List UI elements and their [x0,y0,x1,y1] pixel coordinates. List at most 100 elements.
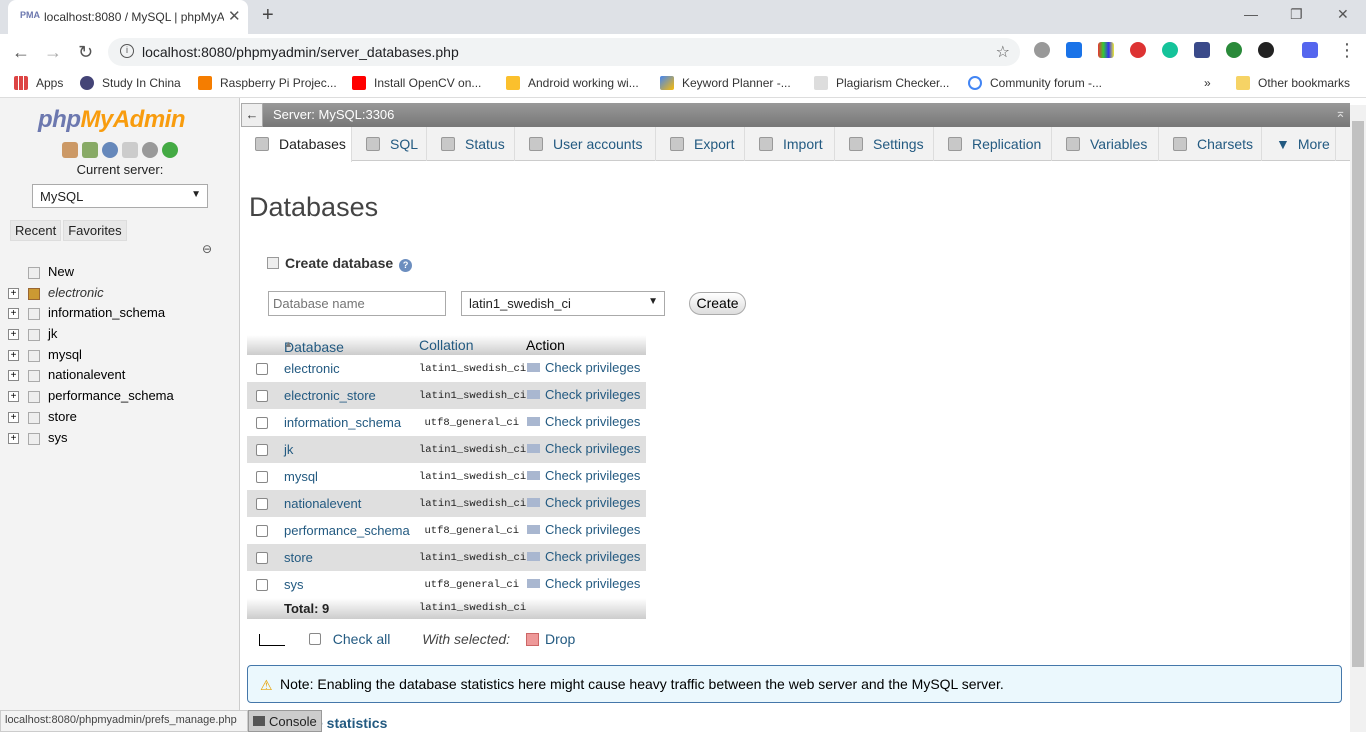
check-all-label[interactable]: Check all [333,631,391,647]
check-privileges-link[interactable]: Check privileges [527,576,640,591]
collapse-top-icon[interactable]: ⌅ [1335,105,1346,121]
row-checkbox[interactable] [256,525,268,537]
close-tab-icon[interactable]: ✕ [228,7,241,25]
page-scrollbar[interactable] [1350,105,1366,732]
expand-icon[interactable]: + [8,391,19,403]
link-icon[interactable]: ⊖ [202,242,212,256]
check-privileges-link[interactable]: Check privileges [527,441,640,456]
restore-icon[interactable]: ❐ [1290,6,1303,23]
tree-item-nationalevent[interactable]: + nationalevent [8,365,238,386]
expand-icon[interactable]: + [8,349,19,361]
globe-extension-icon[interactable] [1034,42,1050,58]
server-select[interactable]: MySQL ▼ [32,184,208,208]
tab-import[interactable]: Import [745,127,835,161]
bookmark-apps[interactable]: Apps [14,76,63,90]
bookmark-plagiarism-checker[interactable]: Plagiarism Checker... [814,76,949,90]
server-breadcrumb[interactable]: Server: MySQL:3306 [273,107,394,122]
info-icon[interactable]: i [120,44,134,58]
expand-icon[interactable]: + [8,329,19,341]
tree-item-new[interactable]: New [8,262,238,283]
more-bookmarks-icon[interactable]: » [1204,76,1211,90]
tab-status[interactable]: Status [427,127,515,161]
row-checkbox[interactable] [256,498,268,510]
tree-item-store[interactable]: + store [8,407,238,428]
logout-icon[interactable] [82,142,98,158]
row-checkbox[interactable] [256,471,268,483]
recent-tab[interactable]: Recent [10,220,62,241]
check-privileges-link[interactable]: Check privileges [527,495,640,510]
check-privileges-link[interactable]: Check privileges [527,414,640,429]
expand-icon[interactable]: + [8,432,19,444]
database-link[interactable]: information_schema [284,415,401,430]
address-bar[interactable]: i localhost:8080/phpmyadmin/server_datab… [108,38,1020,66]
bookmark-star-icon[interactable]: ☆ [996,42,1010,62]
bookmark-keyword-planner[interactable]: Keyword Planner -... [660,76,791,90]
colorzilla-extension-icon[interactable] [1098,42,1114,58]
row-checkbox[interactable] [256,444,268,456]
help-icon[interactable]: ? [399,259,413,272]
tree-item-performance-schema[interactable]: + performance_schema [8,386,238,407]
forward-icon[interactable]: → [44,42,62,63]
tab-variables[interactable]: Variables [1052,127,1159,161]
expand-icon[interactable]: + [8,370,19,382]
pd-extension-icon[interactable] [1302,42,1318,58]
bookmark-install-opencv[interactable]: Install OpenCV on... [352,76,481,90]
bookmark-android[interactable]: Android working wi... [506,76,639,90]
tree-item-information-schema[interactable]: + information_schema [8,303,238,324]
database-link[interactable]: jk [284,442,293,457]
iq-extension-icon[interactable] [1066,42,1082,58]
tree-item-jk[interactable]: + jk [8,324,238,345]
row-checkbox[interactable] [256,552,268,564]
grammar-extension-icon[interactable] [1130,42,1146,58]
expand-icon[interactable]: + [8,308,19,320]
grammarly-extension-icon[interactable] [1162,42,1178,58]
check-privileges-link[interactable]: Check privileges [527,549,640,564]
scrollbar-thumb[interactable] [1352,121,1364,667]
home-icon[interactable] [62,142,78,158]
url-text[interactable]: localhost:8080/phpmyadmin/server_databas… [142,44,459,60]
collation-select[interactable]: latin1_swedish_ci ▼ [461,291,665,316]
bookmark-study-in-china[interactable]: Study In China [80,76,181,90]
console-button[interactable]: Console [248,710,322,732]
tab-sql[interactable]: SQL [352,127,427,161]
check-privileges-link[interactable]: Check privileges [527,522,640,537]
collapse-nav-icon[interactable]: ← [241,103,263,127]
browser-tab[interactable]: PMA localhost:8080 / MySQL | phpMyAdmin … [8,0,248,34]
k-extension-icon[interactable] [1258,42,1274,58]
close-window-icon[interactable]: ✕ [1337,6,1349,23]
check-privileges-link[interactable]: Check privileges [527,360,640,375]
check-privileges-link[interactable]: Check privileges [527,387,640,402]
tab-settings[interactable]: Settings [835,127,934,161]
reload-nav-icon[interactable] [162,142,178,158]
new-tab-icon[interactable]: + [262,4,274,27]
expand-icon[interactable]: + [8,411,19,423]
bookmark-other[interactable]: Other bookmarks [1236,76,1350,90]
check-all-checkbox[interactable] [308,633,321,645]
reload-icon[interactable]: ↻ [78,42,93,63]
row-checkbox[interactable] [256,363,268,375]
tree-item-electronic[interactable]: + electronic [8,283,238,304]
row-checkbox[interactable] [256,579,268,591]
help-icon[interactable] [102,142,118,158]
tab-user-accounts[interactable]: User accounts [515,127,656,161]
minimize-icon[interactable]: — [1244,6,1258,22]
list-extension-icon[interactable] [1194,42,1210,58]
database-link[interactable]: performance_schema [284,523,410,538]
row-checkbox[interactable] [256,417,268,429]
tab-more[interactable]: ▼ More [1262,127,1336,161]
expand-icon[interactable]: + [8,287,19,299]
tab-charsets[interactable]: Charsets [1159,127,1262,161]
database-link[interactable]: store [284,550,313,565]
check-privileges-link[interactable]: Check privileges [527,468,640,483]
tab-export[interactable]: Export [656,127,745,161]
browser-menu-icon[interactable]: ⋮ [1338,40,1356,61]
tree-item-mysql[interactable]: + mysql [8,345,238,366]
database-name-input[interactable] [268,291,446,316]
database-link[interactable]: electronic [284,361,340,376]
collation-column-header[interactable]: Collation [419,337,473,353]
bookmark-community-forum[interactable]: Community forum -... [968,76,1102,90]
enable-statistics-link[interactable]: e statistics [315,715,387,731]
tab-databases[interactable]: Databases [241,127,352,162]
database-link[interactable]: sys [284,577,304,592]
earth-extension-icon[interactable] [1226,42,1242,58]
